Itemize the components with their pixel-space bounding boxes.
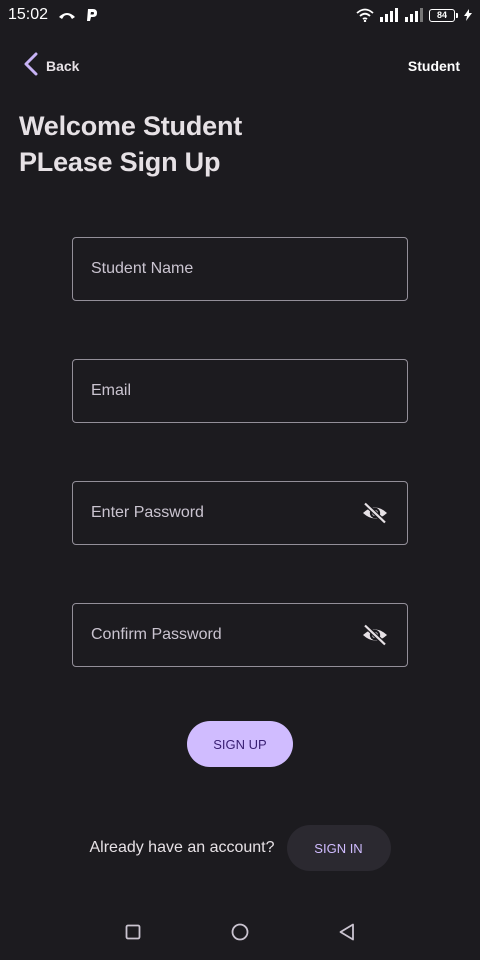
signal-icon [379,8,399,22]
back-label: Back [46,58,80,74]
email-field [72,359,408,423]
back-button[interactable]: Back [22,52,79,81]
status-bar: 15:02 84 [0,0,480,30]
sign-in-button[interactable]: SIGN IN [286,825,391,871]
circle-icon [231,923,249,941]
home-button[interactable] [220,912,260,952]
signup-screen: 15:02 84 Back Student Welcome Student PL… [0,0,480,960]
chevron-left-icon [22,52,40,81]
p-app-icon [86,8,98,22]
battery-icon: 84 [429,8,458,22]
eye-off-icon[interactable] [361,621,389,649]
signal-icon [404,8,424,22]
password-field [72,481,408,545]
status-left: 15:02 [8,6,98,24]
student-name-input[interactable] [91,260,389,278]
top-app-bar: Back Student [0,48,480,84]
sign-in-row: Already have an account? SIGN IN [0,825,480,871]
status-right: 84 [356,8,472,22]
role-label: Student [407,58,460,74]
system-nav-bar [0,910,480,954]
page-title-line-1: Welcome Student [19,111,243,141]
password-input[interactable] [91,504,361,522]
call-icon [58,10,76,20]
sign-up-label: SIGN UP [213,736,267,752]
charging-icon [464,9,472,21]
sign-in-label: SIGN IN [314,840,363,856]
student-name-field [72,237,408,301]
wifi-icon [356,8,374,22]
sign-up-button[interactable]: SIGN UP [187,721,293,767]
page-title-line-2: PLease Sign Up [19,147,221,177]
triangle-back-icon [339,923,354,941]
back-nav-button[interactable] [327,912,367,952]
confirm-password-input[interactable] [91,626,361,644]
recents-button[interactable] [113,912,153,952]
sign-in-prompt: Already have an account? [89,839,275,856]
confirm-password-field [72,603,408,667]
email-input[interactable] [91,382,389,400]
square-icon [125,924,141,940]
eye-off-icon[interactable] [361,499,389,527]
status-time: 15:02 [8,6,49,23]
page-title: Welcome Student PLease Sign Up [19,108,459,180]
battery-level: 84 [436,9,447,20]
